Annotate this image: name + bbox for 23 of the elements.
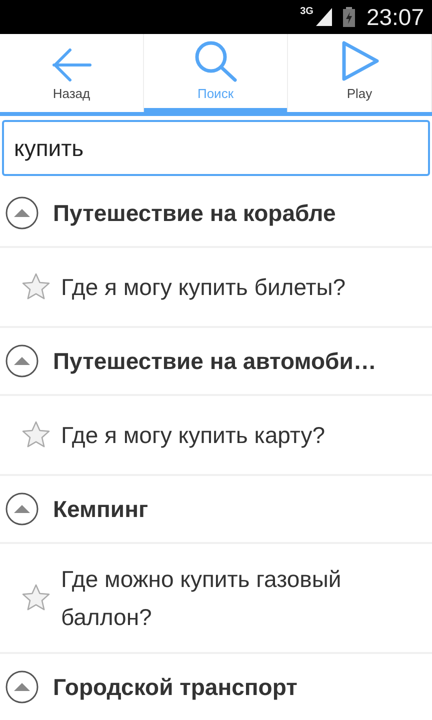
clock: 23:07 [366,4,424,30]
search-field[interactable]: купить [2,120,430,176]
search-icon [194,40,238,82]
back-arrow-icon [52,48,92,82]
question-text[interactable]: Где можно купить газовый баллон? [61,560,411,636]
collapse-icon[interactable] [5,492,39,526]
collapse-icon[interactable] [5,670,39,704]
play-icon [340,40,378,82]
group-title[interactable]: Городской транспорт [53,674,298,700]
group-title[interactable]: Путешествие на корабле [53,200,336,226]
battery-icon [343,7,356,27]
collapse-icon[interactable] [5,344,39,378]
group-title[interactable]: Путешествие на автомоби… [53,348,376,374]
question-text[interactable]: Где я могу купить карту? [61,416,326,454]
network-type: 3G [300,6,314,17]
star-icon[interactable] [21,272,51,302]
tab[interactable]: Play [288,34,432,112]
star-icon[interactable] [21,420,51,450]
collapse-icon[interactable] [5,196,39,230]
star-icon[interactable] [21,583,51,613]
question-text[interactable]: Где я могу купить билеты? [61,268,346,306]
group-title[interactable]: Кемпинг [53,496,148,522]
signal-icon [316,8,332,26]
